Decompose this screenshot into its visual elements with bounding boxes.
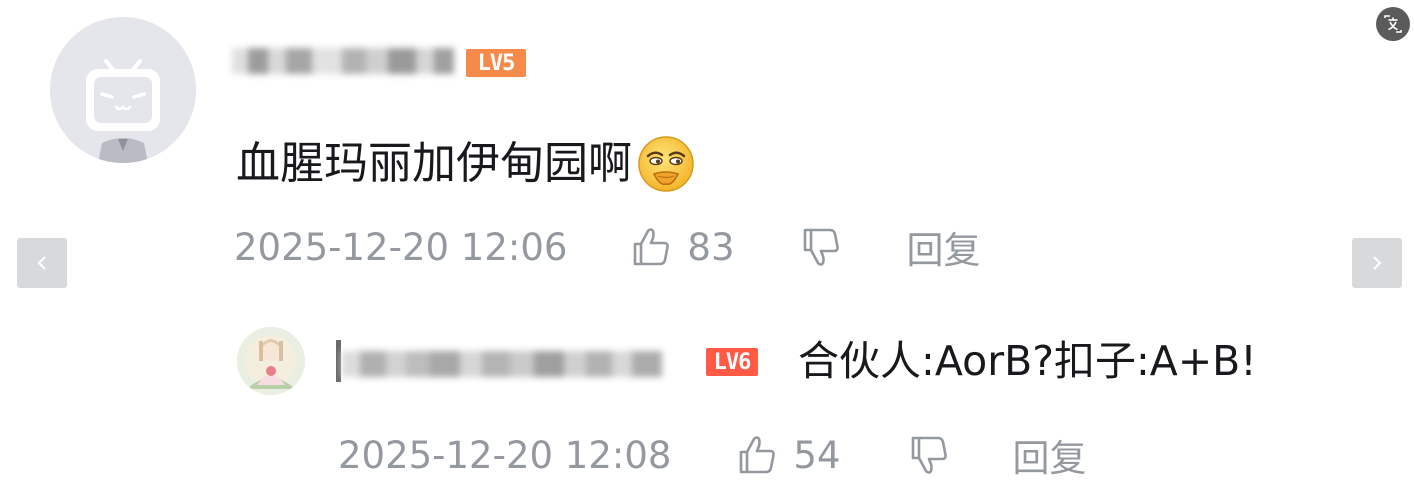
thumbs-up-icon[interactable] bbox=[629, 225, 673, 269]
reply-avatar[interactable] bbox=[237, 327, 305, 395]
like-count: 83 bbox=[687, 225, 735, 269]
thumbs-down-icon[interactable] bbox=[799, 225, 843, 269]
comment-meta: 2025-12-20 12:06 83 回复 bbox=[234, 220, 981, 274]
reply-level-badge: LV6 bbox=[706, 348, 758, 376]
thumbs-up-icon[interactable] bbox=[735, 433, 779, 477]
username-blurred[interactable] bbox=[232, 48, 454, 74]
avatar[interactable] bbox=[50, 17, 196, 163]
comment-text: 血腥玛丽加伊甸园啊 bbox=[236, 134, 696, 194]
reply-username-blurred[interactable] bbox=[342, 351, 662, 377]
anime-figure-avatar-icon bbox=[237, 327, 305, 395]
next-button[interactable] bbox=[1352, 238, 1402, 288]
reply-like-count: 54 bbox=[793, 433, 841, 477]
reply-timestamp: 2025-12-20 12:08 bbox=[338, 433, 672, 477]
thumbs-down-icon[interactable] bbox=[907, 433, 951, 477]
reply-reply-button[interactable]: 回复 bbox=[1013, 428, 1087, 482]
comment-body: 血腥玛丽加伊甸园啊 bbox=[236, 138, 632, 189]
translate-icon bbox=[1384, 15, 1402, 33]
chevron-left-icon bbox=[37, 256, 46, 270]
username-initial bbox=[336, 340, 341, 382]
reply-meta: 2025-12-20 12:08 54 回复 bbox=[338, 428, 1087, 482]
comment-timestamp: 2025-12-20 12:06 bbox=[234, 225, 568, 269]
chevron-right-icon bbox=[1373, 256, 1382, 270]
reply-text: 合伙人:AorB?扣子:A+B! bbox=[798, 337, 1257, 385]
previous-button[interactable] bbox=[17, 238, 67, 288]
reply-button[interactable]: 回复 bbox=[907, 220, 981, 274]
translate-button[interactable] bbox=[1376, 7, 1410, 41]
level-badge: LV5 bbox=[466, 49, 526, 77]
smug-face-emoji-icon bbox=[638, 136, 694, 192]
tv-mascot-avatar-icon bbox=[50, 17, 196, 163]
